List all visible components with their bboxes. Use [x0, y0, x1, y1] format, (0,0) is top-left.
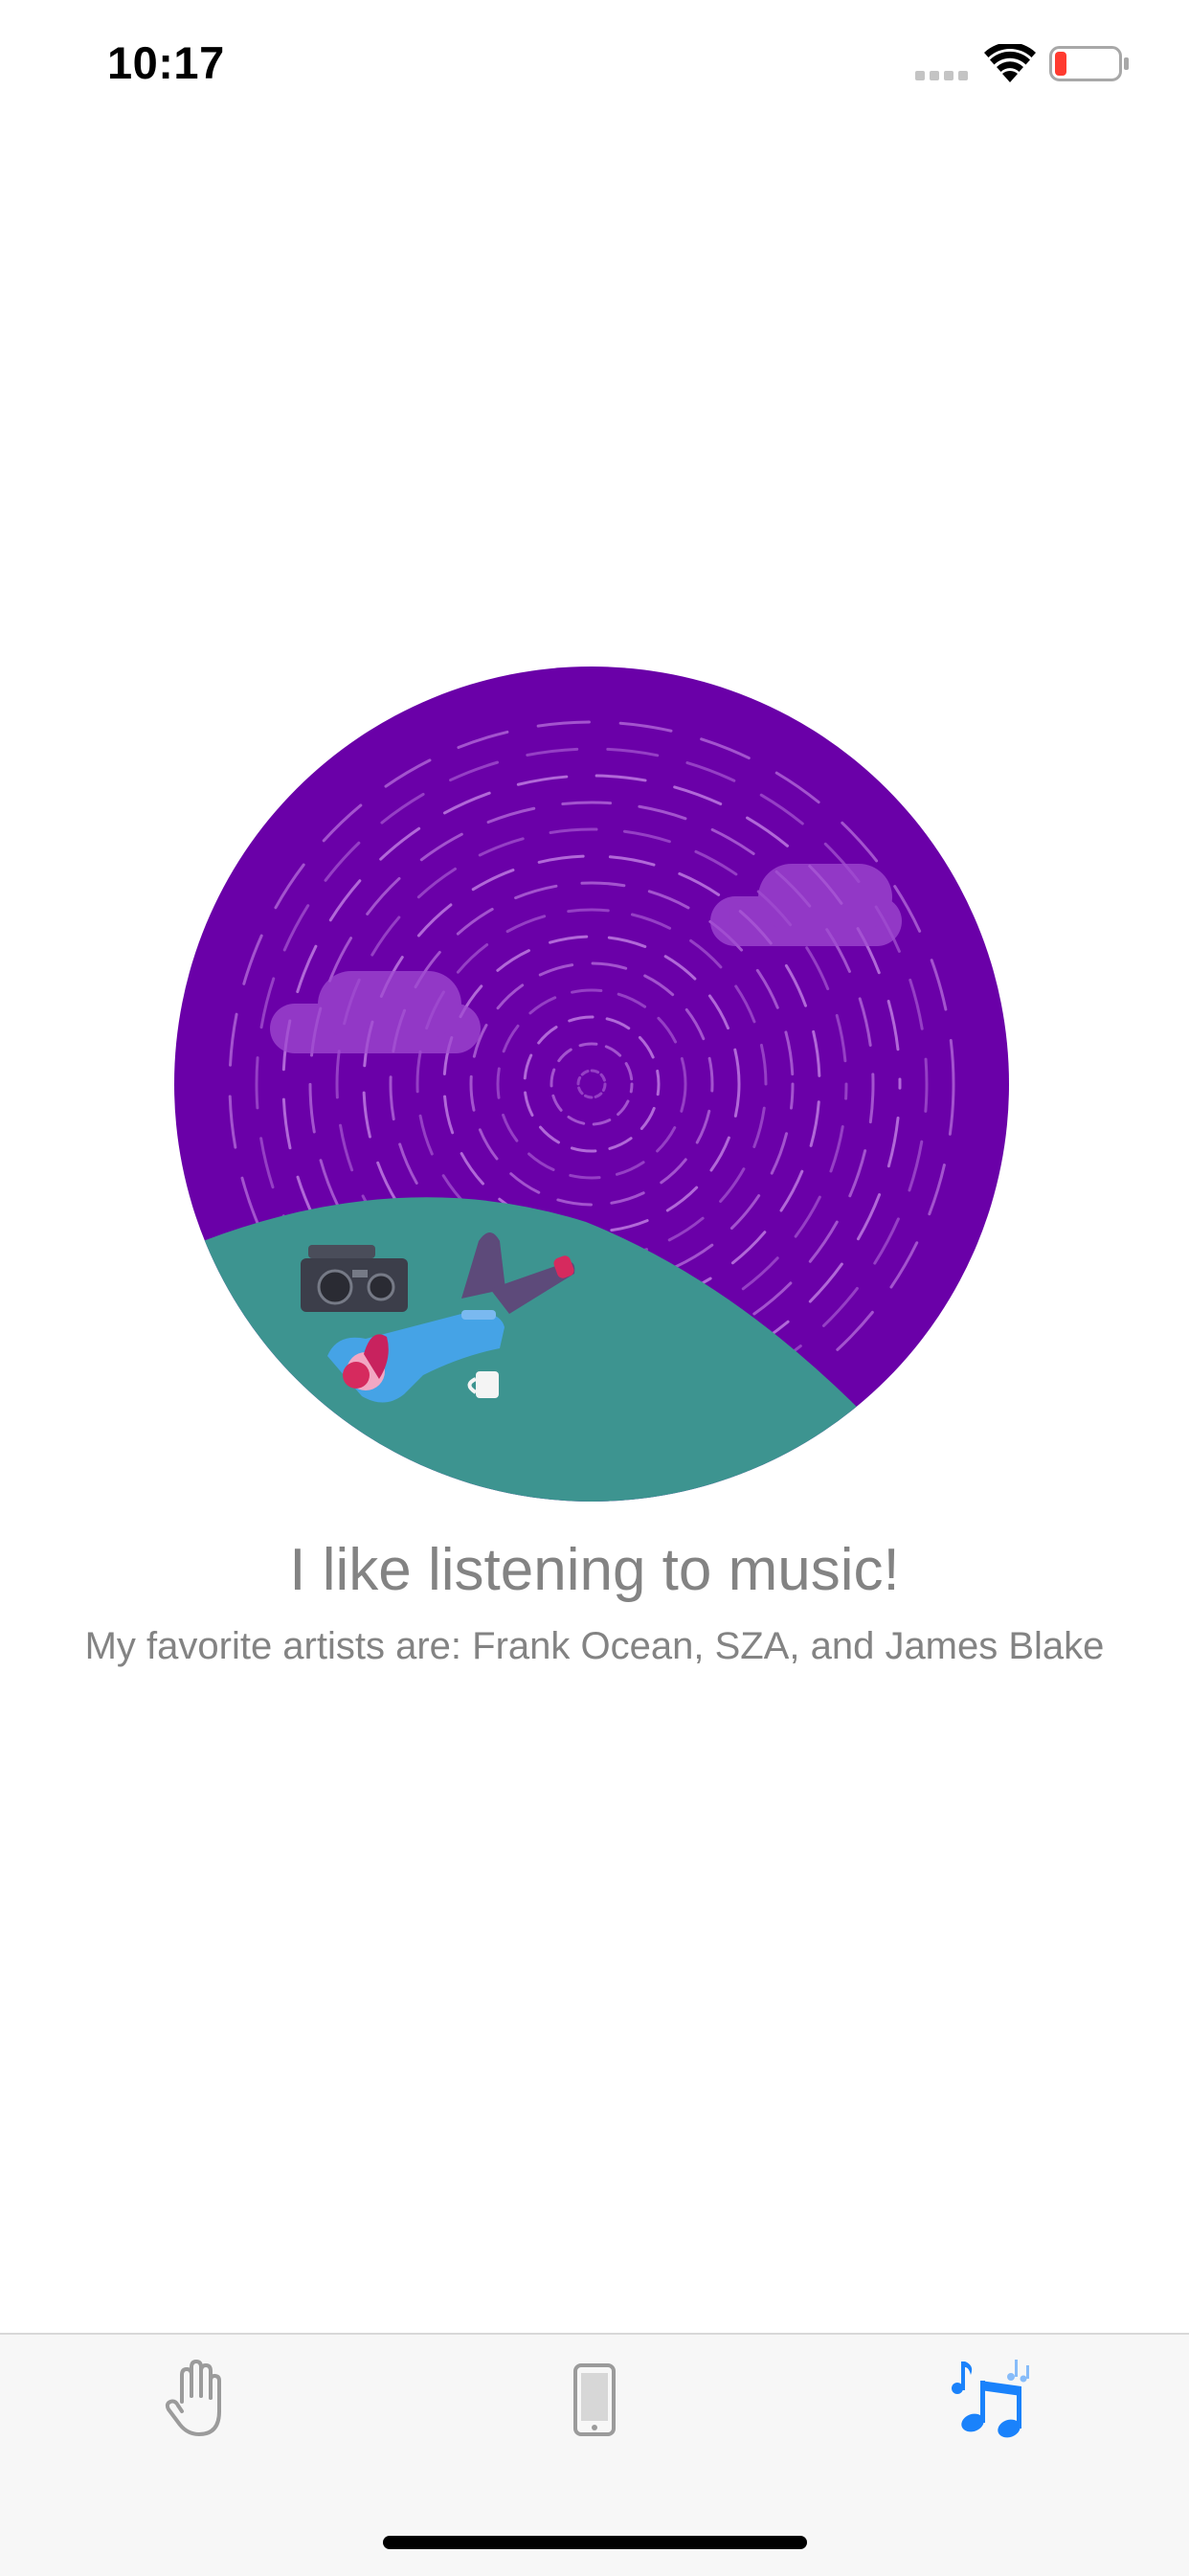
page-title: I like listening to music! [289, 1537, 900, 1603]
signal-icon [915, 71, 968, 80]
tab-hand[interactable] [140, 2352, 255, 2448]
hand-icon [165, 2360, 221, 2436]
status-time: 10:17 [107, 37, 225, 88]
phone-icon [573, 2363, 616, 2436]
music-illustration [174, 667, 1009, 1502]
wifi-icon [984, 44, 1036, 82]
tab-music[interactable] [934, 2352, 1049, 2448]
status-bar: 10:17 [0, 0, 1189, 126]
page-subtitle: My favorite artists are: Frank Ocean, SZ… [84, 1625, 1105, 1667]
music-note-icon [952, 2360, 1029, 2438]
tab-phone[interactable] [537, 2352, 652, 2448]
battery-icon [1049, 46, 1129, 81]
home-indicator [383, 2536, 807, 2549]
